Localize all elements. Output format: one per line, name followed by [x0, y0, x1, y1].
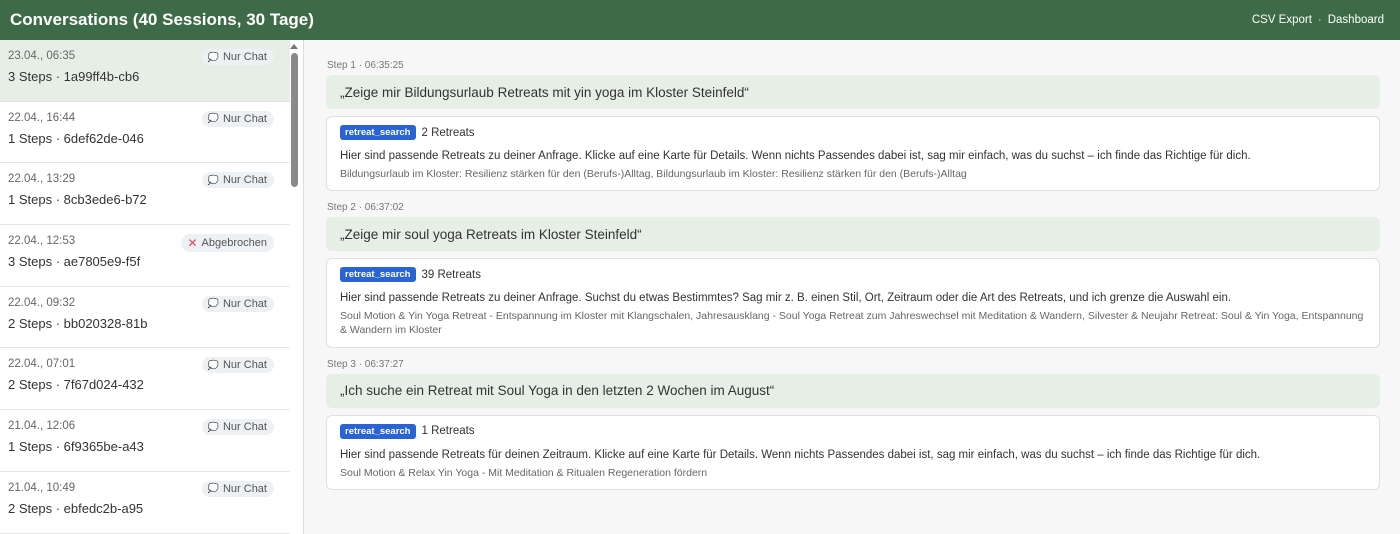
session-item[interactable]: 22.04., 12:53 3 Steps · ae7805e9-f5f ✕ Ab…	[0, 225, 290, 287]
chat-bubble-icon: 💭	[207, 483, 219, 494]
session-item[interactable]: 21.04., 10:49 2 Steps · ebfedc2b-a95 💭 Nu…	[0, 472, 290, 534]
session-list: 23.04., 06:35 3 Steps · 1a99ff4b-cb6 💭 Nu…	[0, 40, 290, 534]
chat-bubble-icon: 💭	[207, 359, 219, 370]
response-header: retreat_search 1 Retreats	[340, 423, 1366, 439]
session-sidebar: 23.04., 06:35 3 Steps · 1a99ff4b-cb6 💭 Nu…	[0, 40, 304, 534]
session-item[interactable]: 22.04., 13:29 1 Steps · 8cb3ede6-b72 💭 Nu…	[0, 163, 290, 226]
user-query: „Ich suche ein Retreat mit Soul Yoga in …	[326, 373, 1380, 408]
chat-bubble-icon: 💭	[207, 174, 219, 185]
status-badge-label: Nur Chat	[222, 112, 267, 125]
status-badge: 💭 Nur Chat	[201, 480, 274, 497]
status-badge-label: Nur Chat	[222, 421, 267, 434]
result-count: 1 Retreats	[421, 425, 475, 438]
status-badge-label: Nur Chat	[222, 174, 267, 187]
chat-bubble-icon: 💭	[207, 421, 219, 432]
result-titles: Soul Motion & Yin Yoga Retreat - Entspan…	[340, 310, 1364, 337]
tool-badge: retreat_search	[340, 423, 416, 439]
session-item[interactable]: 21.04., 12:06 1 Steps · 6f9365be-a43 💭 Nu…	[0, 410, 290, 472]
app-header: Conversations (40 Sessions, 30 Tage) CSV…	[0, 0, 1400, 40]
step-label: Step 2 · 06:37:02	[327, 202, 404, 214]
scroll-thumb[interactable]	[290, 53, 298, 187]
session-item[interactable]: 22.04., 07:01 2 Steps · 7f67d024-432 💭 Nu…	[0, 348, 290, 411]
conversation-step: Step 3 · 06:37:27 „Ich suche ein Retreat…	[326, 359, 1380, 490]
status-badge: ✕ Abgebrochen	[181, 234, 274, 253]
assistant-response: retreat_search 2 Retreats Hier sind pass…	[326, 116, 1380, 192]
response-text: Hier sind passende Retreats für deinen Z…	[340, 448, 1261, 461]
header-links: CSV Export · Dashboard	[1252, 14, 1384, 26]
session-meta: 1 Steps · 6def62de-046	[8, 130, 144, 146]
response-header: retreat_search 39 Retreats	[340, 267, 1366, 283]
result-count: 2 Retreats	[421, 126, 475, 139]
response-text: Hier sind passende Retreats zu deiner An…	[340, 150, 1251, 162]
tool-badge: retreat_search	[340, 125, 416, 140]
status-badge: 💭 Nur Chat	[201, 419, 274, 436]
csv-export-link[interactable]: CSV Export	[1252, 14, 1312, 26]
result-titles: Soul Motion & Relax Yin Yoga - Mit Medit…	[340, 466, 708, 479]
status-badge: 💭 Nur Chat	[201, 49, 274, 65]
header-separator: ·	[1317, 14, 1322, 26]
chat-bubble-icon: 💭	[207, 113, 219, 124]
status-badge-label: Nur Chat	[222, 359, 267, 372]
chat-bubble-icon: 💭	[207, 51, 219, 62]
assistant-response: retreat_search 39 Retreats Hier sind pas…	[326, 258, 1380, 348]
session-item[interactable]: 23.04., 06:35 3 Steps · 1a99ff4b-cb6 💭 Nu…	[0, 40, 290, 102]
sidebar-scrollbar[interactable]	[289, 42, 299, 532]
status-badge: 💭 Nur Chat	[201, 357, 274, 374]
session-meta: 1 Steps · 6f9365be-a43	[8, 439, 144, 455]
session-meta: 2 Steps · bb020328-81b	[8, 315, 148, 331]
assistant-response: retreat_search 1 Retreats Hier sind pass…	[326, 414, 1380, 490]
status-badge: 💭 Nur Chat	[201, 295, 274, 312]
tool-badge: retreat_search	[340, 267, 416, 283]
status-badge-label: Nur Chat	[222, 482, 267, 495]
status-badge-label: Nur Chat	[222, 297, 267, 310]
status-badge: 💭 Nur Chat	[201, 172, 274, 189]
session-meta: 3 Steps · 1a99ff4b-cb6	[8, 69, 140, 84]
step-label: Step 1 · 06:35:25	[327, 60, 404, 71]
step-label: Step 3 · 06:37:27	[327, 358, 404, 370]
session-meta: 1 Steps · 8cb3ede6-b72	[8, 192, 147, 208]
session-meta: 2 Steps · 7f67d024-432	[8, 377, 144, 393]
scroll-up-arrow-icon[interactable]	[290, 44, 298, 49]
conversation-detail: Step 1 · 06:35:25 „Zeige mir Bildungsurl…	[304, 40, 1400, 534]
response-header: retreat_search 2 Retreats	[340, 125, 1366, 140]
user-query: „Zeige mir Bildungsurlaub Retreats mit y…	[326, 75, 1380, 109]
session-item[interactable]: 22.04., 16:44 1 Steps · 6def62de-046 💭 Nu…	[0, 102, 290, 164]
session-item[interactable]: 22.04., 09:32 2 Steps · bb020328-81b 💭 Nu…	[0, 287, 290, 349]
chat-bubble-icon: 💭	[207, 298, 219, 309]
cross-icon: ✕	[187, 236, 198, 251]
status-badge: 💭 Nur Chat	[201, 110, 274, 127]
session-meta: 2 Steps · ebfedc2b-a95	[8, 500, 144, 516]
conversation-step: Step 2 · 06:37:02 „Zeige mir soul yoga R…	[326, 202, 1380, 348]
content-area: 23.04., 06:35 3 Steps · 1a99ff4b-cb6 💭 Nu…	[0, 40, 1400, 534]
result-titles: Bildungsurlaub im Kloster: Resilienz stä…	[340, 168, 967, 180]
response-text: Hier sind passende Retreats zu deiner An…	[340, 292, 1232, 305]
page-title: Conversations (40 Sessions, 30 Tage)	[10, 10, 314, 29]
user-query: „Zeige mir soul yoga Retreats im Kloster…	[326, 217, 1380, 252]
status-badge-label: Abgebrochen	[201, 237, 267, 250]
dashboard-link[interactable]: Dashboard	[1328, 14, 1384, 26]
conversation-step: Step 1 · 06:35:25 „Zeige mir Bildungsurl…	[326, 60, 1380, 192]
status-badge-label: Nur Chat	[222, 51, 267, 63]
session-meta: 3 Steps · ae7805e9-f5f	[8, 254, 141, 270]
result-count: 39 Retreats	[421, 268, 481, 281]
